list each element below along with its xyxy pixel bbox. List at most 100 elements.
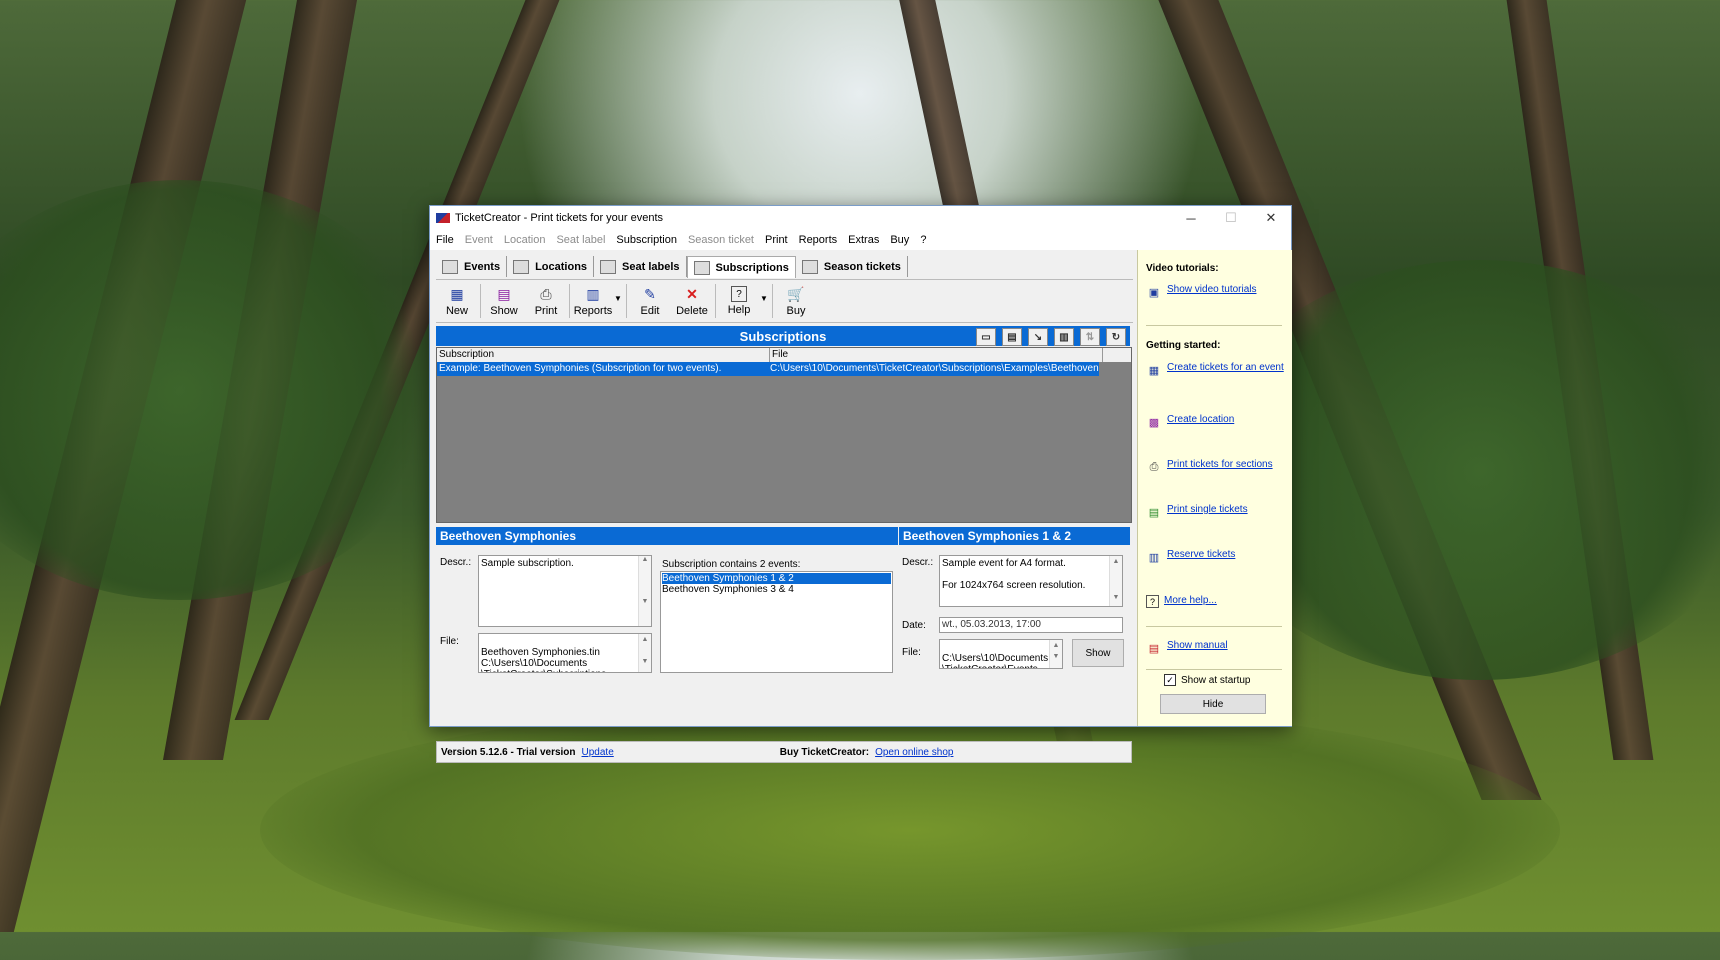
tab-strip: Events Locations Seat labels Subscriptio… (436, 256, 908, 278)
menu-seat-label[interactable]: Seat label (556, 234, 605, 246)
event-description[interactable]: Sample event for A4 format. For 1024x764… (939, 555, 1123, 607)
details-area: Beethoven Symphonies Descr.: Sample subs… (436, 527, 1130, 681)
printer-icon: ⎙ (1149, 460, 1159, 473)
list-item[interactable]: Beethoven Symphonies 1 & 2 (662, 573, 891, 584)
reserve-tickets-link[interactable]: ▥ Reserve tickets (1146, 549, 1286, 565)
scrollbar[interactable]: ▲ ▼ (1049, 640, 1062, 668)
menu-help[interactable]: ? (920, 234, 926, 246)
print-single-text: Print single tickets (1167, 504, 1248, 515)
reserve-icon: ▥ (1148, 551, 1160, 564)
app-window: TicketCreator - Print tickets for your e… (429, 205, 1292, 763)
help-button[interactable]: ? Help (718, 286, 760, 316)
reports-button[interactable]: ▥ Reports (572, 285, 614, 318)
show-at-startup-checkbox[interactable]: ✓ Show at startup (1164, 674, 1250, 686)
scrollbar[interactable]: ▲ ▼ (638, 634, 651, 672)
file-path: Beethoven Symphonies.tin C:\Users\10\Doc… (481, 647, 606, 672)
menu-reports[interactable]: Reports (799, 234, 838, 246)
create-tickets-link[interactable]: ▦ Create tickets for an event (1146, 362, 1286, 378)
tab-label: Season tickets (823, 260, 901, 273)
subscription-description[interactable]: Sample subscription. ▲ ▼ (478, 555, 652, 627)
tab-subscriptions[interactable]: Subscriptions (686, 256, 796, 278)
more-help-link[interactable]: ? More help... (1146, 595, 1286, 608)
reports-dropdown-icon[interactable]: ▼ (614, 294, 624, 303)
create-location-text: Create location (1167, 414, 1235, 425)
subscriptions-grid[interactable]: Subscription File Example: Beethoven Sym… (436, 347, 1132, 523)
tab-season-tickets[interactable]: Season tickets (796, 256, 908, 277)
refresh-icon[interactable]: ↻ (1106, 328, 1126, 346)
print-single-link[interactable]: ▤ Print single tickets (1146, 504, 1286, 520)
menu-event[interactable]: Event (465, 234, 493, 246)
foliage (260, 700, 1560, 960)
description-text: Sample subscription. (481, 558, 574, 569)
show-manual-link[interactable]: ▤ Show manual (1146, 640, 1286, 656)
column-subscription[interactable]: Subscription (437, 348, 770, 362)
delete-label: Delete (676, 305, 708, 317)
events-list[interactable]: Beethoven Symphonies 1 & 2 Beethoven Sym… (660, 571, 893, 673)
tab-events[interactable]: Events (436, 256, 508, 277)
menu-subscription[interactable]: Subscription (616, 234, 677, 246)
buy-label: Buy (786, 305, 806, 317)
more-help-text: More help... (1164, 595, 1217, 606)
scrollbar[interactable]: ▲ ▼ (638, 556, 651, 626)
pdf-icon: ▤ (1148, 642, 1160, 655)
event-descr-line1: Sample event for A4 format. (942, 558, 1066, 569)
tab-label: Locations (535, 260, 588, 273)
table-row[interactable]: Example: Beethoven Symphonies (Subscript… (437, 362, 1099, 376)
online-shop-link[interactable]: Open online shop (875, 747, 953, 758)
maximize-button[interactable]: ☐ (1211, 206, 1251, 230)
toolbar-separator (715, 284, 716, 318)
video-tutorials-link[interactable]: ▣ Show video tutorials (1146, 284, 1286, 300)
cell-file: C:\Users\10\Documents\TicketCreator\Subs… (770, 363, 1099, 374)
video-link-text: Show video tutorials (1167, 284, 1257, 295)
buy-button[interactable]: 🛒 Buy (775, 285, 817, 318)
edit-button[interactable]: ✎ Edit (629, 285, 671, 318)
subscription-file[interactable]: Beethoven Symphonies.tin C:\Users\10\Doc… (478, 633, 652, 673)
event-file[interactable]: C:\Users\10\Documents \TicketCreator\Eve… (939, 639, 1063, 669)
title-bar: TicketCreator - Print tickets for your e… (430, 206, 1291, 230)
show-label: Show (490, 305, 518, 317)
menu-location[interactable]: Location (504, 234, 546, 246)
sort-icon[interactable]: ⇅ (1080, 328, 1100, 346)
date-label: Date: (902, 620, 926, 631)
menu-extras[interactable]: Extras (848, 234, 879, 246)
notes-icon[interactable]: ▥ (1054, 328, 1074, 346)
open-folder-icon[interactable]: ▭ (976, 328, 996, 346)
link-icon[interactable]: ↘ (1028, 328, 1048, 346)
print-sections-link[interactable]: ⎙ Print tickets for sections (1146, 459, 1286, 475)
print-button[interactable]: ⎙ Print (525, 285, 567, 318)
column-file[interactable]: File (770, 348, 1103, 362)
show-button[interactable]: ▤ Show (483, 285, 525, 318)
help-label: Help (727, 304, 751, 316)
new-icon: ▦ (450, 285, 464, 302)
descr-label: Descr.: (440, 557, 472, 568)
close-button[interactable]: ✕ (1251, 206, 1291, 230)
menu-season-ticket[interactable]: Season ticket (688, 234, 754, 246)
hide-button[interactable]: Hide (1160, 694, 1266, 714)
divider (1146, 325, 1282, 326)
reports-label: Reports (573, 305, 613, 317)
subscriptions-icon (693, 260, 710, 275)
tab-locations[interactable]: Locations (507, 256, 595, 277)
printer-icon: ⎙ (540, 285, 552, 302)
season-tickets-icon (801, 259, 818, 274)
create-location-link[interactable]: ▩ Create location (1146, 414, 1286, 430)
delete-button[interactable]: ✕ Delete (671, 285, 713, 318)
cart-icon: 🛒 (787, 285, 805, 302)
event-panel-title: Beethoven Symphonies 1 & 2 (899, 527, 1130, 545)
export-icon[interactable]: ▤ (1002, 328, 1022, 346)
menu-print[interactable]: Print (765, 234, 788, 246)
help-dropdown-icon[interactable]: ▼ (760, 294, 770, 303)
update-link[interactable]: Update (582, 747, 614, 758)
show-event-button[interactable]: Show (1072, 639, 1124, 667)
reports-icon: ▥ (586, 285, 600, 302)
minimize-button[interactable]: ─ (1171, 206, 1211, 230)
menu-buy[interactable]: Buy (890, 234, 909, 246)
menu-file[interactable]: File (436, 234, 454, 246)
scrollbar[interactable]: ▲ ▼ (1109, 556, 1122, 606)
list-item[interactable]: Beethoven Symphonies 3 & 4 (662, 584, 891, 595)
date-value: wt., 05.03.2013, 17:00 (942, 619, 1041, 630)
new-button[interactable]: ▦ New (436, 285, 478, 318)
tab-seat-labels[interactable]: Seat labels (594, 256, 687, 277)
show-icon: ▤ (497, 285, 511, 302)
tab-label: Subscriptions (715, 261, 789, 274)
